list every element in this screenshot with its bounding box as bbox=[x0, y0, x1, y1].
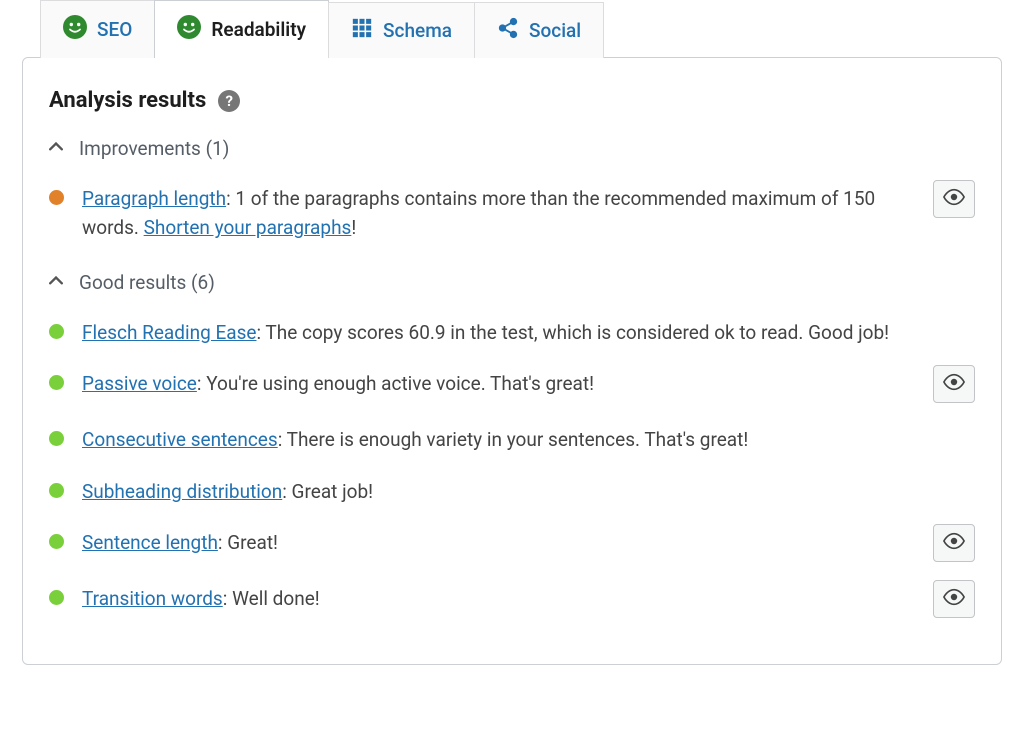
result-link-cta[interactable]: Shorten your paragraphs bbox=[144, 216, 352, 239]
result-paragraph-length: Paragraph length: 1 of the paragraphs co… bbox=[49, 178, 975, 249]
result-link[interactable]: Paragraph length bbox=[82, 187, 226, 210]
result-flesch-reading-ease: Flesch Reading Ease: The copy scores 60.… bbox=[49, 312, 975, 353]
result-link[interactable]: Consecutive sentences bbox=[82, 428, 278, 451]
analysis-panel: Analysis results ? Improvements (1) Para… bbox=[22, 57, 1002, 665]
section-toggle-improvements[interactable]: Improvements (1) bbox=[49, 137, 975, 160]
result-sentence-length: Sentence length: Great! bbox=[49, 522, 975, 568]
result-link[interactable]: Transition words bbox=[82, 587, 223, 610]
result-subheading-distribution: Subheading distribution: Great job! bbox=[49, 471, 975, 512]
eye-toggle-button[interactable] bbox=[933, 180, 975, 218]
result-text: Flesch Reading Ease: The copy scores 60.… bbox=[82, 318, 975, 347]
panel-title: Analysis results bbox=[49, 88, 206, 113]
tab-seo[interactable]: SEO bbox=[40, 0, 155, 58]
tab-readability[interactable]: Readability bbox=[154, 0, 329, 58]
chevron-up-icon bbox=[49, 273, 63, 292]
section-toggle-good[interactable]: Good results (6) bbox=[49, 271, 975, 294]
section-label: Improvements (1) bbox=[79, 137, 229, 160]
result-link[interactable]: Subheading distribution bbox=[82, 480, 282, 503]
help-icon[interactable]: ? bbox=[218, 90, 240, 112]
eye-icon bbox=[943, 532, 965, 554]
result-consecutive-sentences: Consecutive sentences: There is enough v… bbox=[49, 419, 975, 460]
eye-toggle-button[interactable] bbox=[933, 524, 975, 562]
tab-label: Schema bbox=[383, 19, 452, 42]
chevron-up-icon bbox=[49, 139, 63, 158]
smiley-icon bbox=[177, 15, 201, 44]
status-bullet-green bbox=[49, 483, 64, 498]
eye-icon bbox=[943, 373, 965, 395]
result-text: Passive voice: You're using enough activ… bbox=[82, 369, 915, 398]
tab-schema[interactable]: Schema bbox=[328, 2, 475, 58]
status-bullet-green bbox=[49, 590, 64, 605]
eye-icon bbox=[943, 188, 965, 210]
result-transition-words: Transition words: Well done! bbox=[49, 578, 975, 624]
smiley-icon bbox=[63, 15, 87, 44]
tab-label: Social bbox=[529, 19, 581, 42]
share-icon bbox=[497, 17, 519, 44]
result-passive-voice: Passive voice: You're using enough activ… bbox=[49, 363, 975, 409]
result-link[interactable]: Sentence length bbox=[82, 531, 218, 554]
yoast-readability-panel: SEO Readability Schema bbox=[0, 0, 1024, 665]
result-text: Consecutive sentences: There is enough v… bbox=[82, 425, 975, 454]
status-bullet-green bbox=[49, 324, 64, 339]
section-label: Good results (6) bbox=[79, 271, 215, 294]
status-bullet-orange bbox=[49, 190, 64, 205]
status-bullet-green bbox=[49, 534, 64, 549]
tab-label: SEO bbox=[97, 18, 132, 41]
status-bullet-green bbox=[49, 375, 64, 390]
result-text: Subheading distribution: Great job! bbox=[82, 477, 975, 506]
result-text: Transition words: Well done! bbox=[82, 584, 915, 613]
tab-social[interactable]: Social bbox=[474, 2, 604, 58]
tab-label: Readability bbox=[211, 18, 306, 41]
eye-toggle-button[interactable] bbox=[933, 580, 975, 618]
panel-title-row: Analysis results ? bbox=[49, 88, 975, 113]
tab-bar: SEO Readability Schema bbox=[40, 0, 1024, 58]
status-bullet-green bbox=[49, 431, 64, 446]
eye-toggle-button[interactable] bbox=[933, 365, 975, 403]
result-text: Paragraph length: 1 of the paragraphs co… bbox=[82, 184, 915, 243]
grid-icon bbox=[351, 17, 373, 44]
result-text: Sentence length: Great! bbox=[82, 528, 915, 557]
eye-icon bbox=[943, 588, 965, 610]
result-link[interactable]: Passive voice bbox=[82, 372, 197, 395]
result-link[interactable]: Flesch Reading Ease bbox=[82, 321, 256, 344]
